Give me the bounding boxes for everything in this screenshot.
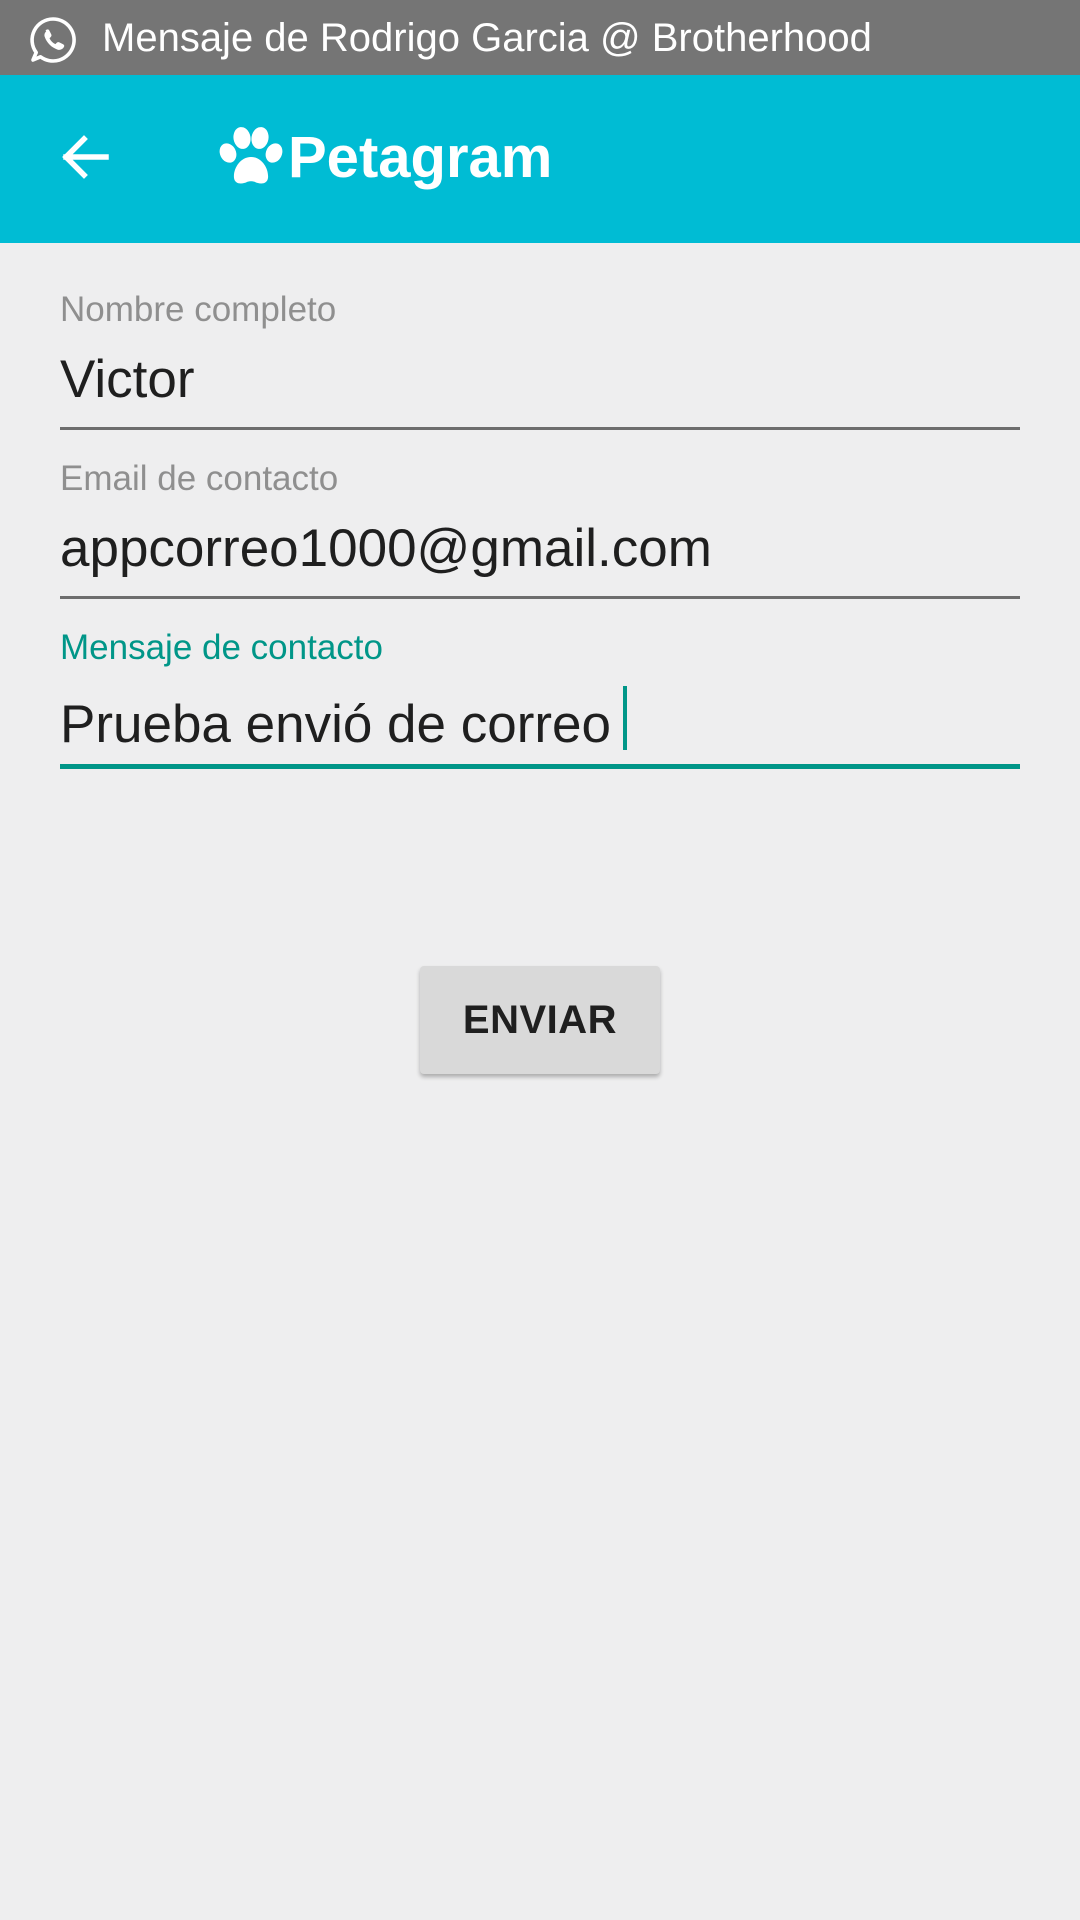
whatsapp-icon	[28, 15, 78, 65]
send-button[interactable]: ENVIAR	[420, 966, 660, 1074]
notification-text: Mensaje de Rodrigo Garcia @ Brotherhood	[102, 16, 872, 60]
name-field-label: Nombre completo	[60, 290, 337, 329]
email-input[interactable]: appcorreo1000@gmail.com	[60, 517, 1020, 581]
message-field-label: Mensaje de contacto	[60, 628, 383, 667]
name-input[interactable]: Victor	[60, 348, 1020, 412]
message-input[interactable]: Prueba envió de correo	[60, 686, 1020, 750]
message-input-text: Prueba envió de correo	[60, 695, 611, 750]
notification-bar[interactable]: Mensaje de Rodrigo Garcia @ Brotherhood	[0, 0, 1080, 75]
paw-icon	[218, 127, 284, 189]
name-field-underline	[60, 427, 1020, 430]
text-cursor	[622, 686, 627, 750]
app-title: Petagram	[288, 125, 553, 190]
message-field-underline	[60, 764, 1020, 769]
app-toolbar: Petagram	[0, 75, 1080, 243]
back-button[interactable]	[42, 123, 126, 195]
arrow-left-icon	[58, 131, 110, 188]
email-field-label: Email de contacto	[60, 459, 339, 498]
email-field-underline	[60, 596, 1020, 599]
